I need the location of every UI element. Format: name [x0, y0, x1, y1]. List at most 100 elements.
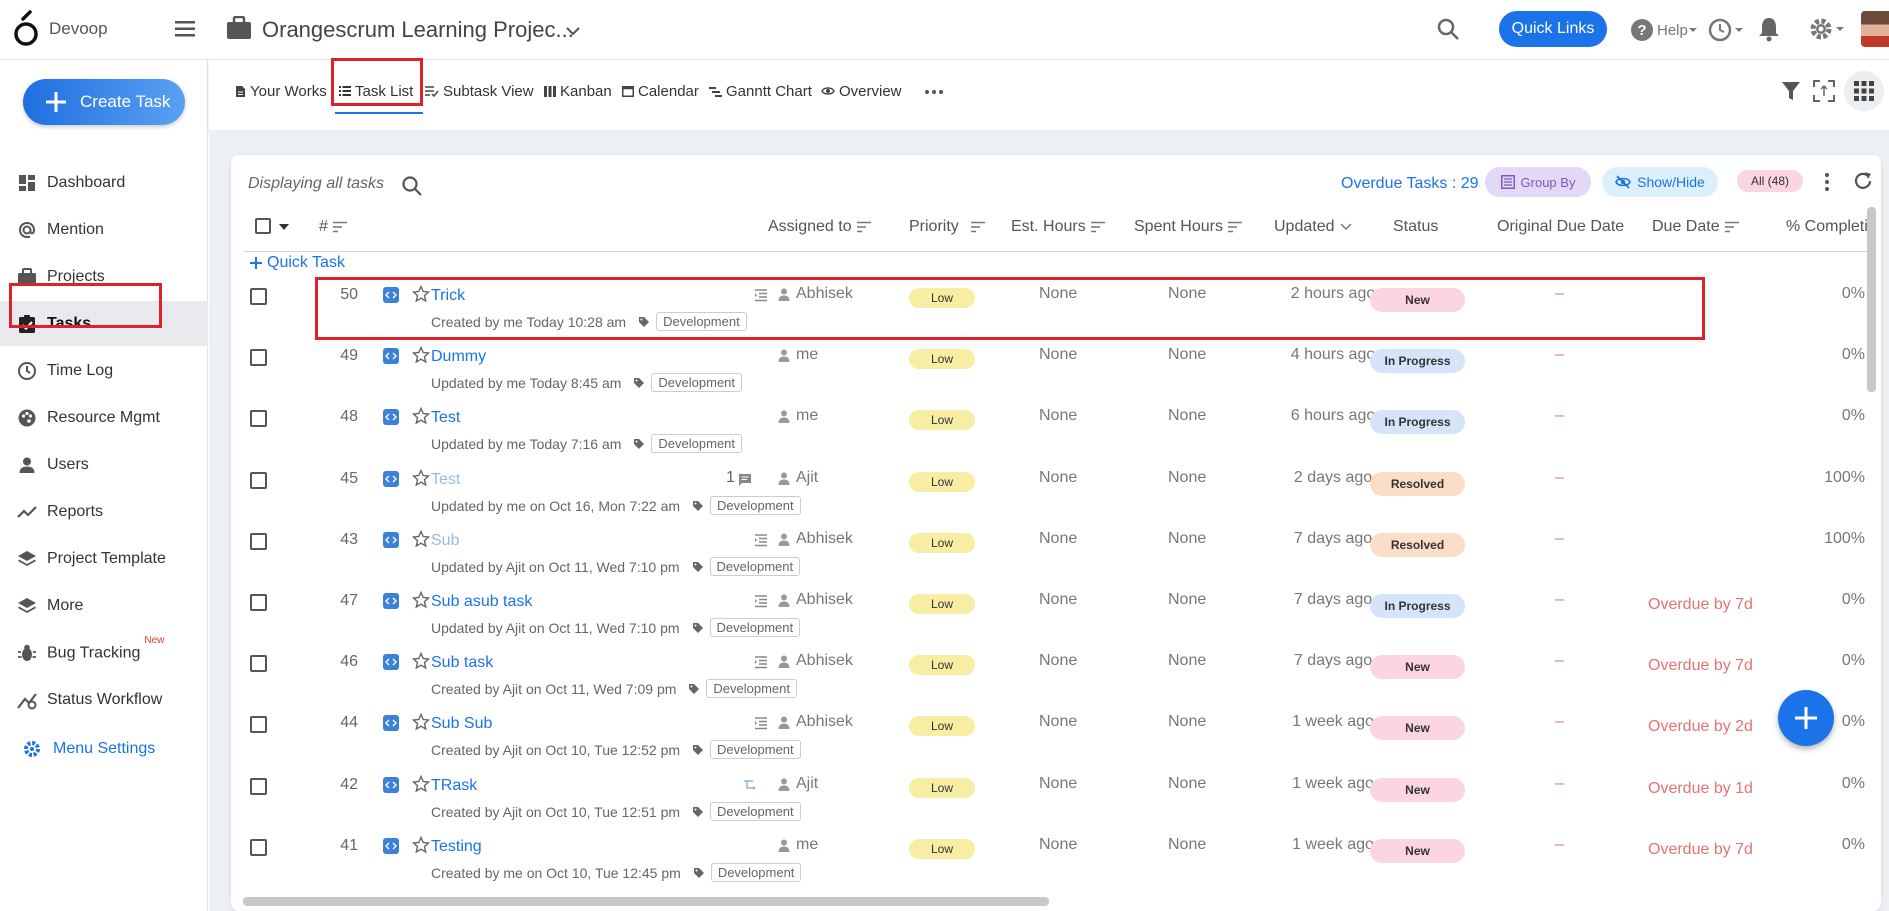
priority-badge[interactable]: Low	[909, 655, 975, 675]
row-checkbox[interactable]	[250, 594, 267, 611]
est-hours[interactable]: None	[1039, 591, 1077, 609]
show-hide-button[interactable]: Show/Hide	[1602, 167, 1718, 197]
tab-overview[interactable]: Overview	[821, 80, 902, 102]
star-icon[interactable]	[412, 836, 430, 854]
row-checkbox[interactable]	[250, 533, 267, 550]
due-date[interactable]: Overdue by 2d	[1648, 718, 1753, 736]
task-title-link[interactable]: Dummy	[431, 348, 486, 366]
table-row[interactable]: 48 Test Updated by me Today 7:16 am Develop…	[243, 398, 1873, 459]
task-title-link[interactable]: Sub task	[431, 654, 493, 672]
sidebar-item-status-workflow[interactable]: Status Workflow	[0, 677, 208, 722]
clock-icon[interactable]	[1708, 17, 1744, 43]
task-title-link[interactable]: Trick	[431, 287, 465, 305]
est-hours[interactable]: None	[1039, 775, 1077, 793]
row-checkbox[interactable]	[250, 288, 267, 305]
task-tag[interactable]: Development	[692, 496, 801, 515]
more-horizontal-icon[interactable]	[923, 88, 945, 96]
column-status[interactable]: Status	[1393, 212, 1438, 242]
column-priority[interactable]: Priority	[909, 212, 985, 242]
row-checkbox[interactable]	[250, 410, 267, 427]
priority-badge[interactable]: Low	[909, 839, 975, 859]
column-due-date[interactable]: Due Date	[1652, 212, 1739, 242]
star-icon[interactable]	[412, 469, 430, 487]
tab-calendar[interactable]: Calendar	[622, 80, 699, 102]
chevron-down-icon[interactable]	[564, 22, 582, 40]
assignee[interactable]: me	[778, 407, 818, 425]
task-tag[interactable]: Development	[693, 863, 802, 882]
row-checkbox[interactable]	[250, 839, 267, 856]
assignee[interactable]: me	[778, 346, 818, 364]
project-title[interactable]: Orangescrum Learning Projec...	[262, 17, 574, 43]
table-row[interactable]: 42 TRask Created by Ajit on Oct 10, Tue 12…	[243, 766, 1873, 827]
est-hours[interactable]: None	[1039, 713, 1077, 731]
star-icon[interactable]	[412, 591, 430, 609]
sidebar-item-project-template[interactable]: Project Template	[0, 536, 208, 581]
column-est-hours[interactable]: Est. Hours	[1011, 212, 1105, 242]
task-tag[interactable]: Development	[633, 373, 743, 392]
row-checkbox[interactable]	[250, 472, 267, 489]
apps-grid-button[interactable]	[1844, 71, 1884, 111]
task-title-link[interactable]: Test	[431, 409, 460, 427]
column-updated[interactable]: Updated	[1274, 212, 1352, 242]
due-date[interactable]: Overdue by 7d	[1648, 841, 1753, 859]
est-hours[interactable]: None	[1039, 407, 1077, 425]
table-row[interactable]: 46 Sub task Created by Ajit on Oct 11, Wed…	[243, 643, 1873, 704]
refresh-icon[interactable]	[1852, 170, 1874, 192]
task-title-link[interactable]: Sub Sub	[431, 715, 492, 733]
menu-settings-link[interactable]: Menu Settings	[0, 726, 208, 771]
comment-icon[interactable]	[738, 473, 752, 487]
table-row[interactable]: 49 Dummy Updated by me Today 8:45 am Develo…	[243, 337, 1873, 398]
row-checkbox[interactable]	[250, 778, 267, 795]
priority-badge[interactable]: Low	[909, 716, 975, 736]
star-icon[interactable]	[412, 346, 430, 364]
row-checkbox[interactable]	[250, 716, 267, 733]
all-count-badge[interactable]: All (48)	[1737, 170, 1803, 192]
tab-gantt-chart[interactable]: Ganntt Chart	[709, 80, 812, 102]
task-tag[interactable]: Development	[692, 557, 801, 576]
task-tag[interactable]: Development	[638, 312, 747, 331]
assignee[interactable]: Abhisek	[778, 285, 853, 303]
quick-links-button[interactable]: Quick Links	[1499, 11, 1607, 47]
select-all-checkbox[interactable]	[255, 218, 271, 234]
task-title-link[interactable]: Sub	[431, 532, 459, 550]
task-tag[interactable]: Development	[688, 679, 797, 698]
status-badge[interactable]: New	[1370, 716, 1465, 740]
search-icon[interactable]	[401, 175, 423, 197]
priority-badge[interactable]: Low	[909, 472, 975, 492]
table-row[interactable]: 43 Sub Updated by Ajit on Oct 11, Wed 7:10…	[243, 521, 1873, 582]
status-badge[interactable]: New	[1370, 655, 1465, 679]
search-icon[interactable]	[1436, 17, 1460, 41]
table-row[interactable]: 50 Trick Created by me Today 10:28 am Devel…	[243, 276, 1873, 337]
assignee[interactable]: Abhisek	[778, 591, 853, 609]
star-icon[interactable]	[412, 530, 430, 548]
status-badge[interactable]: New	[1370, 778, 1465, 802]
column-percent-complete[interactable]: % Completio	[1786, 212, 1877, 242]
est-hours[interactable]: None	[1039, 285, 1077, 303]
task-title-link[interactable]: Test	[431, 471, 460, 489]
star-icon[interactable]	[412, 652, 430, 670]
star-icon[interactable]	[412, 775, 430, 793]
vertical-scrollbar[interactable]	[1867, 207, 1876, 392]
sidebar-item-mention[interactable]: Mention	[0, 207, 208, 252]
priority-badge[interactable]: Low	[909, 410, 975, 430]
assignee[interactable]: Ajit	[778, 469, 818, 487]
sidebar-item-dashboard[interactable]: Dashboard	[0, 160, 208, 205]
group-by-button[interactable]: Group By	[1485, 167, 1591, 197]
star-icon[interactable]	[412, 407, 430, 425]
sidebar-item-users[interactable]: Users	[0, 442, 208, 487]
est-hours[interactable]: None	[1039, 346, 1077, 364]
row-checkbox[interactable]	[250, 655, 267, 672]
priority-badge[interactable]: Low	[909, 288, 975, 308]
assignee[interactable]: Abhisek	[778, 713, 853, 731]
create-task-button[interactable]: Create Task	[23, 79, 185, 125]
tab-your-works[interactable]: Your Works	[235, 80, 327, 102]
table-row[interactable]: 44 Sub Sub Created by Ajit on Oct 10, Tue …	[243, 704, 1873, 765]
assignee[interactable]: Abhisek	[778, 652, 853, 670]
assignee[interactable]: Ajit	[778, 775, 818, 793]
task-tag[interactable]: Development	[692, 618, 801, 637]
help-menu[interactable]: ? Help	[1630, 17, 1701, 43]
sidebar-item-time-log[interactable]: Time Log	[0, 348, 208, 393]
status-badge[interactable]: Resolved	[1370, 533, 1465, 557]
task-title-link[interactable]: Testing	[431, 838, 482, 856]
expand-icon[interactable]	[1812, 79, 1836, 103]
